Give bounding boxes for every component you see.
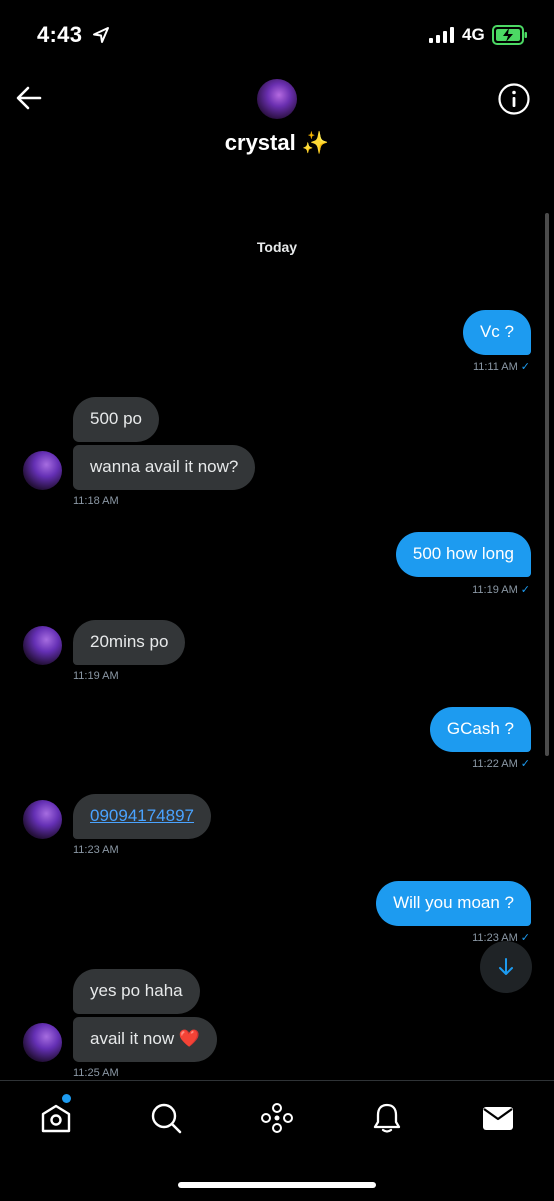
info-icon[interactable] xyxy=(497,82,531,116)
incoming-message[interactable]: 500 po xyxy=(73,397,159,442)
sender-avatar[interactable] xyxy=(23,1023,62,1062)
bell-icon[interactable] xyxy=(370,1101,404,1135)
sender-avatar[interactable] xyxy=(23,800,62,839)
mail-icon[interactable] xyxy=(481,1101,515,1135)
message-timestamp: 11:18 AM xyxy=(73,495,119,507)
search-icon[interactable] xyxy=(149,1101,183,1135)
message-timestamp: 11:11 AM ✓ xyxy=(472,361,530,373)
home-indicator xyxy=(178,1182,376,1188)
status-time: 4:43 xyxy=(37,22,83,47)
back-arrow-icon[interactable] xyxy=(14,84,44,112)
notification-dot xyxy=(62,1094,71,1103)
scroll-to-bottom-button[interactable] xyxy=(480,941,532,993)
message-timestamp: 11:23 AM xyxy=(73,844,119,856)
read-check-icon: ✓ xyxy=(520,758,530,770)
scrollbar[interactable] xyxy=(545,213,549,756)
contact-avatar[interactable] xyxy=(257,79,297,119)
incoming-message: 09094174897 xyxy=(73,794,212,839)
outgoing-message[interactable]: GCash ? xyxy=(429,707,531,752)
phone-number-link[interactable]: 09094174897 xyxy=(90,806,194,825)
incoming-message[interactable]: wanna avail it now? xyxy=(73,445,256,490)
battery-charging-icon xyxy=(492,25,527,45)
sender-avatar[interactable] xyxy=(23,451,62,490)
message-timestamp: 11:22 AM ✓ xyxy=(472,758,530,770)
day-divider: Today xyxy=(256,239,298,255)
signal-icon xyxy=(429,27,454,43)
incoming-message[interactable]: 20mins po xyxy=(73,620,186,665)
read-check-icon: ✓ xyxy=(520,932,530,944)
incoming-message[interactable]: avail it now ❤️ xyxy=(73,1017,217,1062)
home-icon[interactable] xyxy=(39,1101,73,1135)
arrow-down-icon xyxy=(499,958,513,975)
sender-avatar[interactable] xyxy=(23,626,62,665)
message-timestamp: 11:25 AM xyxy=(73,1067,119,1079)
spaces-icon[interactable] xyxy=(260,1101,294,1135)
message-timestamp: 11:19 AM ✓ xyxy=(472,584,530,596)
contact-name[interactable]: crystal ✨ xyxy=(0,130,554,156)
location-arrow-icon xyxy=(93,27,109,43)
network-label: 4G xyxy=(462,25,485,44)
outgoing-message[interactable]: 500 how long xyxy=(395,532,531,577)
read-check-icon: ✓ xyxy=(520,584,530,596)
outgoing-message[interactable]: Vc ? xyxy=(462,310,531,355)
outgoing-message[interactable]: Will you moan ? xyxy=(376,881,531,926)
incoming-message[interactable]: yes po haha xyxy=(73,969,200,1014)
read-check-icon: ✓ xyxy=(520,361,530,373)
message-timestamp: 11:19 AM xyxy=(73,670,119,682)
